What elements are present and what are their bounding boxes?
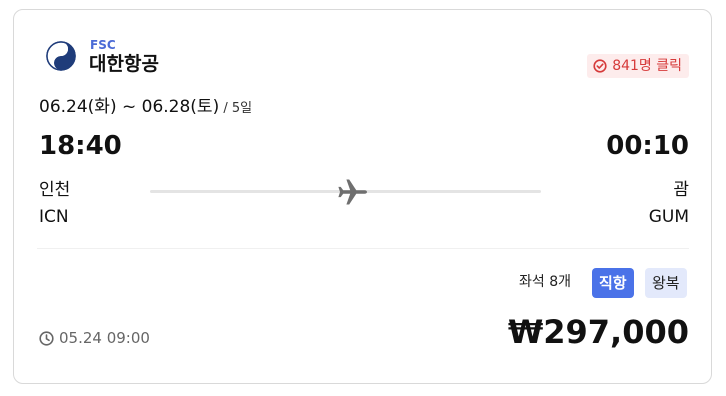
click-count-badge: 841명 클릭: [587, 54, 689, 78]
trip-duration: / 5일: [219, 101, 253, 116]
trip-dates: 06.24(화) ~ 06.28(토) / 5일: [39, 96, 252, 120]
clock-icon: [39, 330, 54, 346]
fare-price: ₩297,000: [507, 313, 689, 351]
departure-code: ICN: [39, 207, 69, 227]
korean-air-logo-icon: [46, 41, 76, 71]
click-count-label: 841명 클릭: [612, 58, 682, 74]
flight-card[interactable]: FSC 대한항공 841명 클릭 06.24(화) ~ 06.28(토) / 5…: [13, 9, 712, 384]
airline-name: 대한항공: [89, 53, 159, 75]
airline-type-label: FSC: [90, 38, 116, 52]
arrival-code: GUM: [648, 207, 689, 227]
airplane-icon: [338, 179, 367, 205]
posted-time-label: 05.24 09:00: [59, 329, 150, 347]
departure-time: 18:40: [39, 131, 122, 161]
posted-time: 05.24 09:00: [39, 328, 150, 348]
departure-city: 인천: [39, 180, 71, 200]
arrival-city: 괌: [673, 180, 689, 200]
direct-flight-tag: 직항: [592, 268, 634, 298]
round-trip-tag: 왕복: [645, 268, 687, 298]
section-divider: [37, 248, 689, 249]
check-circle-icon: [593, 59, 607, 73]
seats-remaining: 좌석 8개: [519, 274, 571, 290]
arrival-time: 00:10: [606, 131, 689, 161]
date-range: 06.24(화) ~ 06.28(토): [39, 97, 220, 117]
